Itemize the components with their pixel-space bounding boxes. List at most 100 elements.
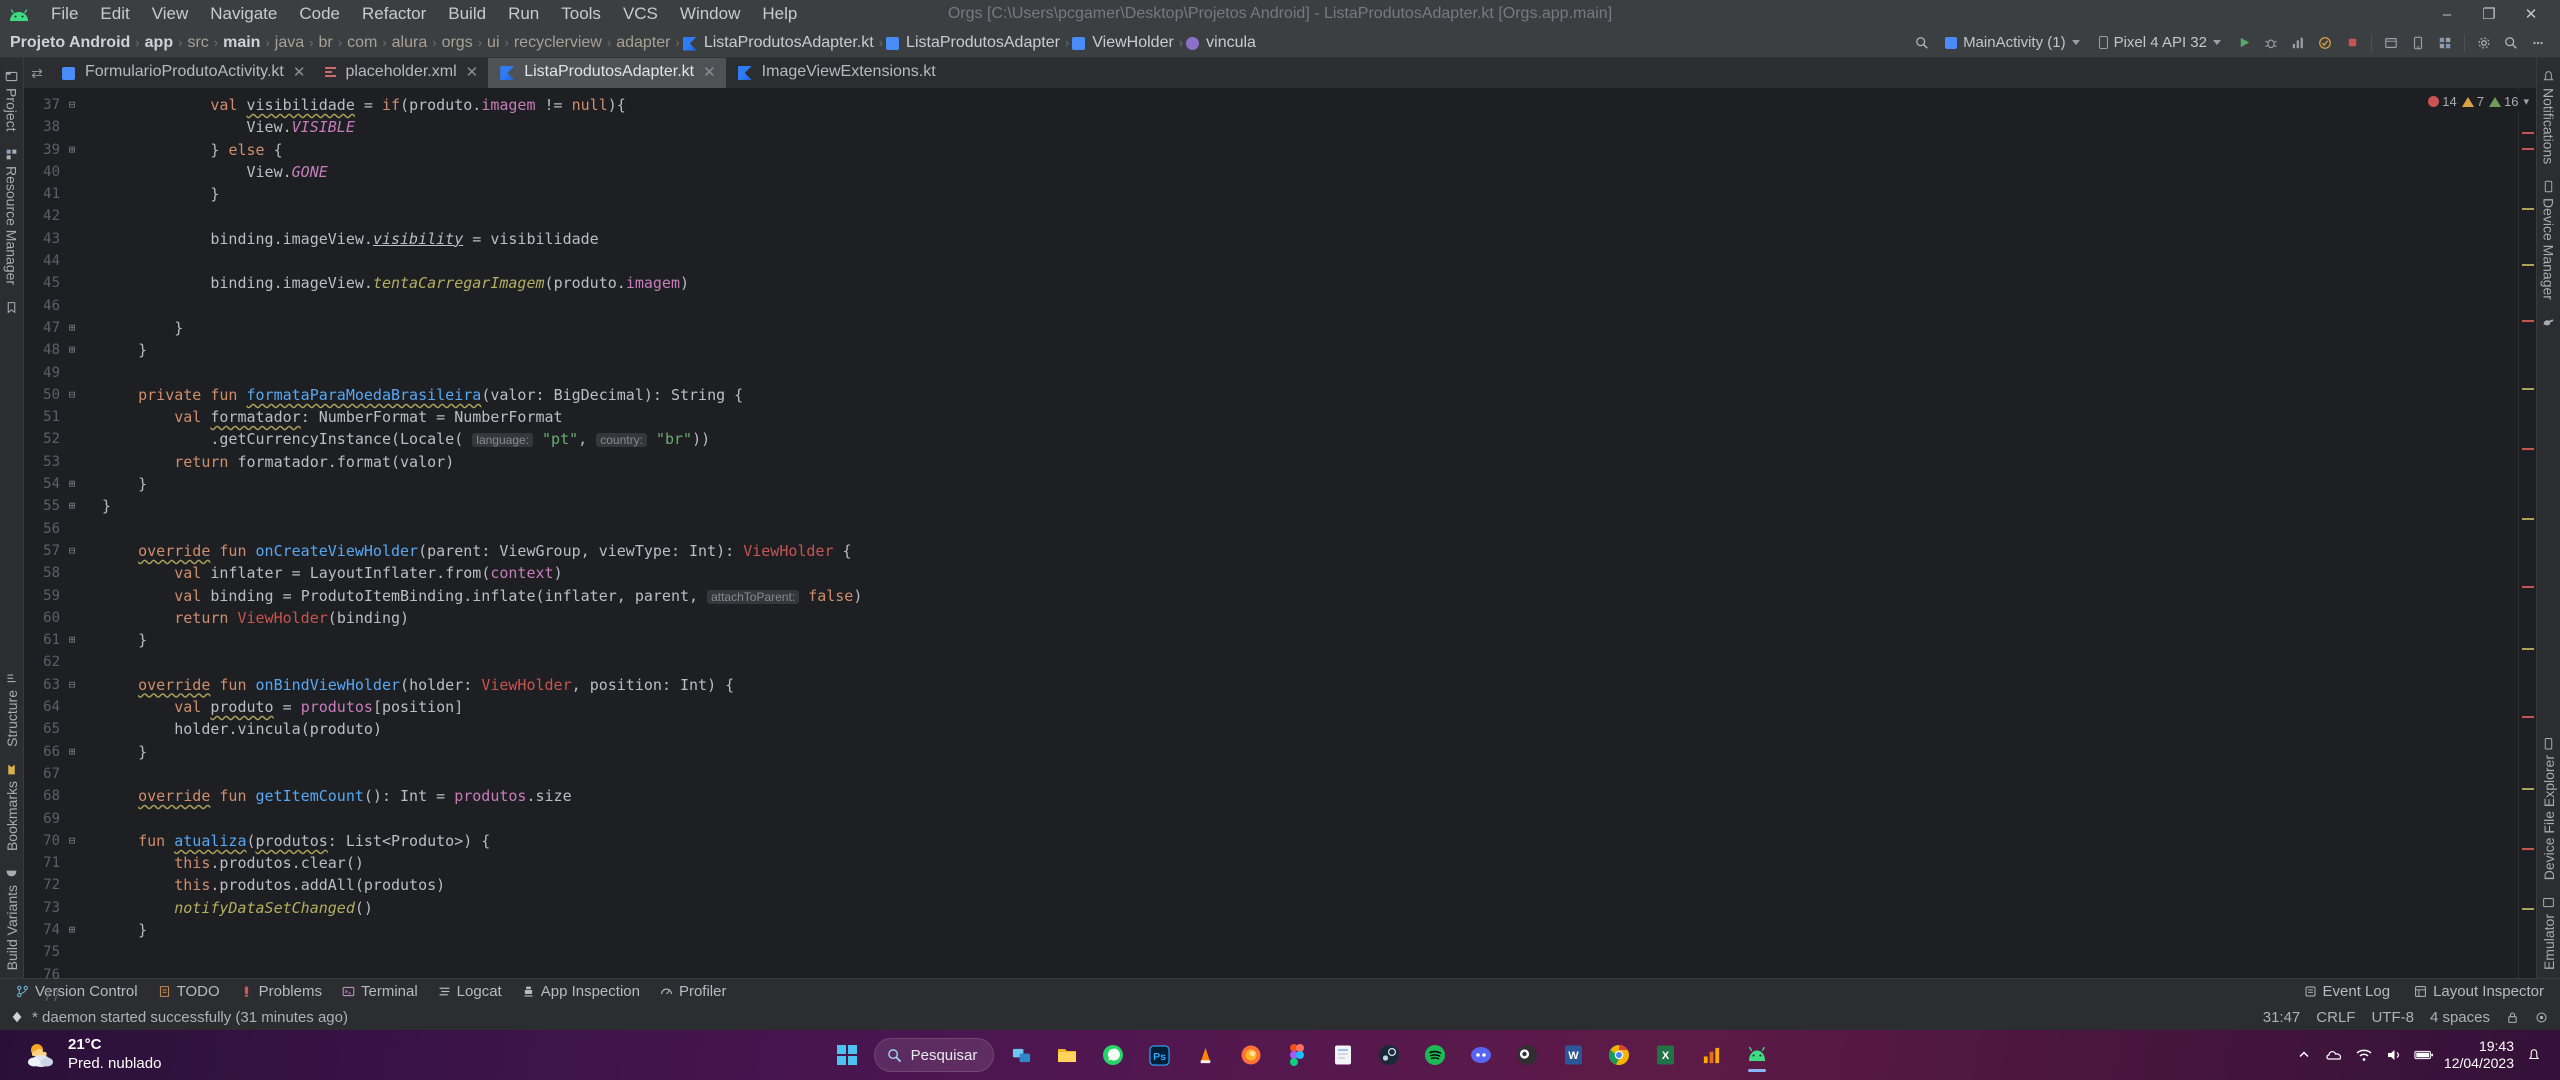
gutter-line[interactable]: 37 ⊟ (24, 94, 102, 116)
code-line[interactable]: this.produtos.addAll(produtos) (102, 874, 2518, 896)
code-line[interactable] (102, 518, 2518, 540)
code-line[interactable]: } (102, 473, 2518, 495)
notification-bell-icon[interactable] (2524, 1045, 2544, 1065)
menu-item-tools[interactable]: Tools (550, 2, 612, 26)
code-line[interactable]: } else { (102, 139, 2518, 161)
gutter-line[interactable]: 77 (24, 986, 102, 1008)
code-line[interactable]: } (102, 183, 2518, 205)
code-line[interactable]: return ViewHolder(binding) (102, 607, 2518, 629)
gutter-line[interactable]: 43 (24, 228, 102, 250)
editor-tab[interactable]: ListaProdutosAdapter.kt ✕ (488, 58, 726, 88)
analytics-icon[interactable] (1692, 1036, 1730, 1074)
file-encoding[interactable]: UTF-8 (2371, 1009, 2414, 1026)
sidebar-item-structure[interactable]: Structure (1, 664, 23, 755)
chevron-down-icon[interactable]: ▾ (2523, 95, 2529, 108)
sidebar-item-build-variants[interactable]: Build Variants (1, 859, 23, 978)
code-content[interactable]: val visibilidade = if(produto.imagem != … (102, 88, 2518, 978)
sidebar-item-device-manager[interactable]: Device Manager (2538, 172, 2560, 308)
gutter-line[interactable]: 55 ⊞ (24, 495, 102, 517)
close-icon[interactable]: ✕ (466, 63, 479, 81)
code-line[interactable]: val formatador: NumberFormat = NumberFor… (102, 406, 2518, 428)
weather-widget[interactable]: 21°C Pred. nublado (10, 1036, 310, 1074)
vlc-icon[interactable] (1186, 1036, 1224, 1074)
gutter-line[interactable]: 62 (24, 651, 102, 673)
tool-window-event-log[interactable]: Event Log (2294, 981, 2401, 1002)
tool-window-todo[interactable]: TODO (148, 981, 230, 1002)
gutter-line[interactable]: 71 (24, 852, 102, 874)
figma-icon[interactable] (1278, 1036, 1316, 1074)
fold-toggle-icon[interactable]: ⊟ (64, 830, 80, 852)
code-line[interactable] (102, 205, 2518, 227)
project-structure-icon[interactable] (2433, 31, 2457, 55)
tool-window-problems[interactable]: Problems (230, 981, 332, 1002)
code-line[interactable]: val binding = ProdutoItemBinding.inflate… (102, 585, 2518, 607)
steam-icon[interactable] (1370, 1036, 1408, 1074)
close-icon[interactable]: ✕ (703, 63, 716, 81)
search-everywhere-icon[interactable] (1910, 31, 1934, 55)
code-line[interactable]: binding.imageView.visibility = visibilid… (102, 228, 2518, 250)
gutter-line[interactable]: 49 (24, 362, 102, 384)
editor-tab[interactable]: FormularioProdutoActivity.kt ✕ (50, 58, 315, 88)
menu-item-navigate[interactable]: Navigate (199, 2, 288, 26)
gutter-line[interactable]: 67 (24, 763, 102, 785)
menu-item-code[interactable]: Code (288, 2, 351, 26)
gutter-line[interactable]: 76 (24, 964, 102, 986)
code-line[interactable] (102, 964, 2518, 978)
fold-toggle-icon[interactable]: ⊟ (64, 540, 80, 562)
menu-item-edit[interactable]: Edit (89, 2, 140, 26)
line-separator[interactable]: CRLF (2316, 1009, 2355, 1026)
gutter-line[interactable]: 75 (24, 941, 102, 963)
sidebar-item-bookmarks[interactable]: Bookmarks (1, 755, 23, 859)
menu-item-help[interactable]: Help (751, 2, 808, 26)
maximize-button[interactable]: ❐ (2468, 0, 2510, 28)
breadcrumb-item[interactable]: Projeto Android (6, 33, 134, 53)
breadcrumb-item[interactable]: ListaProdutosAdapter.kt (700, 33, 878, 53)
gutter-line[interactable]: 44 (24, 250, 102, 272)
gutter-line[interactable]: 39 ⊞ (24, 139, 102, 161)
tool-window-terminal[interactable]: Terminal (332, 981, 428, 1002)
breadcrumb-item[interactable]: orgs (438, 33, 477, 53)
code-line[interactable]: this.produtos.clear() (102, 852, 2518, 874)
code-line[interactable]: override fun getItemCount(): Int = produ… (102, 785, 2518, 807)
fold-toggle-icon[interactable]: ⊟ (64, 674, 80, 696)
sidebar-item-notifications[interactable]: Notifications (2538, 62, 2560, 172)
gutter-line[interactable]: 48 ⊞ (24, 339, 102, 361)
breadcrumb-item[interactable]: com (343, 33, 381, 53)
more-icon[interactable] (2526, 31, 2550, 55)
gutter-line[interactable]: 52 (24, 428, 102, 450)
close-button[interactable]: ✕ (2510, 0, 2552, 28)
gutter-line[interactable]: 50 ⊟ (24, 384, 102, 406)
code-line[interactable]: binding.imageView.tentaCarregarImagem(pr… (102, 272, 2518, 294)
code-line[interactable]: .getCurrencyInstance(Locale( language: "… (102, 428, 2518, 450)
obs-icon[interactable] (1508, 1036, 1546, 1074)
excel-icon[interactable]: X (1646, 1036, 1684, 1074)
gutter-line[interactable]: 68 (24, 785, 102, 807)
fold-toggle-icon[interactable]: ⊞ (64, 495, 80, 517)
tab-list-icon[interactable]: ⇄ (24, 58, 50, 88)
apply-changes-button[interactable] (2313, 31, 2337, 55)
tool-window-layout-inspector[interactable]: Layout Inspector (2404, 981, 2554, 1002)
breadcrumb-item[interactable]: main (219, 33, 264, 53)
gutter-line[interactable]: 60 (24, 607, 102, 629)
gutter-line[interactable]: 69 (24, 808, 102, 830)
network-icon[interactable] (2354, 1045, 2374, 1065)
code-line[interactable] (102, 362, 2518, 384)
notepad-icon[interactable] (1324, 1036, 1362, 1074)
run-configuration-selector[interactable]: MainActivity (1) (1937, 32, 2088, 54)
gutter-line[interactable]: 66 ⊞ (24, 741, 102, 763)
menu-bar[interactable]: File Edit View Navigate Code Refactor Build Run… (40, 2, 808, 26)
menu-item-view[interactable]: View (141, 2, 200, 26)
chrome-icon[interactable] (1600, 1036, 1638, 1074)
menu-item-run[interactable]: Run (497, 2, 550, 26)
gutter-line[interactable]: 56 (24, 518, 102, 540)
photoshop-icon[interactable]: Ps (1140, 1036, 1178, 1074)
sidebar-item-emulator[interactable]: Emulator (2538, 888, 2560, 978)
tool-window-app-inspection[interactable]: App Inspection (512, 981, 650, 1002)
fold-toggle-icon[interactable]: ⊞ (64, 317, 80, 339)
android-studio-icon[interactable] (1738, 1036, 1776, 1074)
gutter-line[interactable]: 46 (24, 295, 102, 317)
gutter-line[interactable]: 64 (24, 696, 102, 718)
code-line[interactable]: } (102, 629, 2518, 651)
error-markers-bar[interactable] (2518, 88, 2536, 978)
inspection-icon[interactable] (2535, 1011, 2548, 1024)
